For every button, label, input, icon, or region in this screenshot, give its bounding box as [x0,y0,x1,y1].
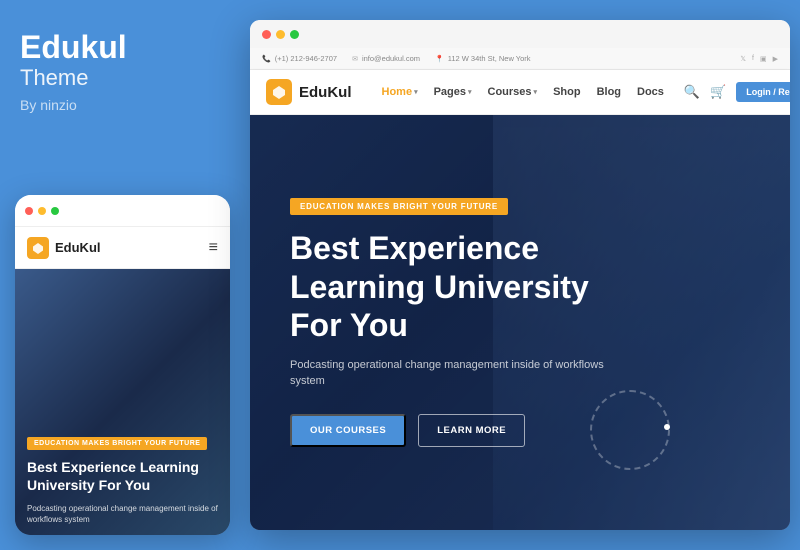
brand-by: By ninzio [20,97,225,113]
twitter-icon[interactable]: 𝕏 [740,55,746,63]
mobile-badge: EDUCATION MAKES BRIGHT YOUR FUTURE [27,437,207,450]
email-address: info@edukul.com [362,54,420,63]
facebook-icon[interactable]: f [752,55,754,63]
mobile-top-bar [15,195,230,227]
mobile-hero-bg [15,269,230,535]
learn-more-button[interactable]: LEARN MORE [418,414,525,447]
hero-buttons: OUR COURSES LEARN MORE [290,414,750,447]
nav-courses-label: Courses [488,86,532,98]
desktop-info-bar: 📞 (+1) 212-946-2707 ✉ info@edukul.com 📍 … [250,48,790,70]
nav-actions: 🔍 🛒 Login / Register [684,82,790,102]
desktop-hero-title: Best Experience Learning University For … [290,229,630,344]
location-icon: 📍 [435,55,444,63]
mobile-hero-title: Best Experience Learning University For … [27,458,218,494]
desktop-top-bar [250,20,790,48]
search-icon[interactable]: 🔍 [684,84,700,100]
email-icon: ✉ [352,55,358,63]
mobile-hero-subtitle: Podcasting operational change management… [27,503,218,525]
mobile-logo: EduKul [27,237,101,259]
login-register-button[interactable]: Login / Register [736,82,790,102]
nav-home[interactable]: Home ▾ [382,86,418,98]
pages-arrow-icon: ▾ [468,88,472,96]
desktop-dot-red [262,30,271,39]
nav-shop-label: Shop [553,86,581,98]
mobile-nav: EduKul ≡ [15,227,230,269]
desktop-hero-badge: EDUCATION MAKES BRIGHT YOUR FUTURE [290,198,508,215]
desktop-hero-subtitle: Podcasting operational change management… [290,357,610,390]
left-panel: Edukul Theme By ninzio EduKul ≡ EDUCATIO… [0,0,245,550]
nav-home-label: Home [382,86,413,98]
address-text: 112 W 34th St, New York [448,54,531,63]
home-arrow-icon: ▾ [414,88,418,96]
nav-blog[interactable]: Blog [597,86,621,98]
dot-red [25,207,33,215]
desktop-hero: EDUCATION MAKES BRIGHT YOUR FUTURE Best … [250,115,790,530]
desktop-logo: EduKul [266,79,352,105]
desktop-dot-yellow [276,30,285,39]
social-icons: 𝕏 f ▣ ▶ [740,55,778,63]
desktop-logo-text: EduKul [299,84,352,101]
desktop-nav: EduKul Home ▾ Pages ▾ Courses ▾ Shop Blo… [250,70,790,115]
phone-icon: 📞 [262,55,271,63]
nav-docs-label: Docs [637,86,664,98]
phone-number: (+1) 212-946-2707 [275,54,337,63]
mobile-hero: EDUCATION MAKES BRIGHT YOUR FUTURE Best … [15,269,230,535]
phone-info: 📞 (+1) 212-946-2707 [262,54,337,63]
instagram-icon[interactable]: ▣ [760,55,767,63]
brand-title: Edukul [20,30,225,65]
desktop-dot-green [290,30,299,39]
youtube-icon[interactable]: ▶ [773,55,778,63]
desktop-logo-icon [266,79,292,105]
mobile-logo-icon [27,237,49,259]
nav-shop[interactable]: Shop [553,86,581,98]
mobile-mockup: EduKul ≡ EDUCATION MAKES BRIGHT YOUR FUT… [15,195,230,535]
courses-arrow-icon: ▾ [534,88,538,96]
mobile-logo-text: EduKul [55,240,101,255]
nav-blog-label: Blog [597,86,621,98]
desktop-nav-links: Home ▾ Pages ▾ Courses ▾ Shop Blog Docs [382,86,664,98]
address-info: 📍 112 W 34th St, New York [435,54,531,63]
nav-courses[interactable]: Courses ▾ [488,86,538,98]
dot-yellow [38,207,46,215]
cart-icon[interactable]: 🛒 [710,84,726,100]
brand-subtitle: Theme [20,65,225,91]
nav-pages-label: Pages [434,86,466,98]
nav-pages[interactable]: Pages ▾ [434,86,472,98]
desktop-mockup: 📞 (+1) 212-946-2707 ✉ info@edukul.com 📍 … [250,20,790,530]
dot-green [51,207,59,215]
hamburger-icon[interactable]: ≡ [209,239,218,257]
our-courses-button[interactable]: OUR COURSES [290,414,406,447]
email-info: ✉ info@edukul.com [352,54,420,63]
nav-docs[interactable]: Docs [637,86,664,98]
